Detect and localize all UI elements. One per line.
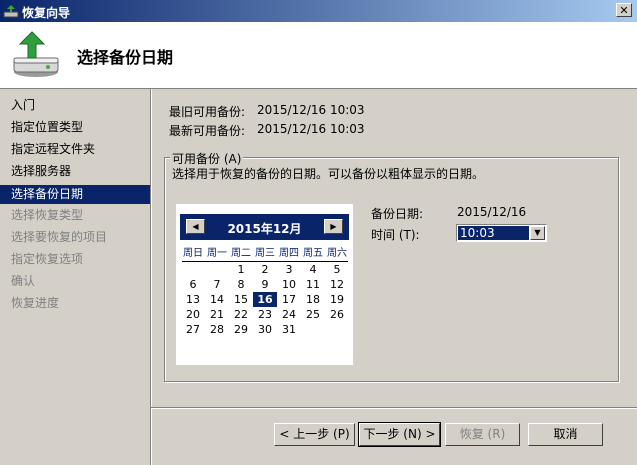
calendar-day-selected[interactable]: 16 — [253, 292, 277, 307]
newest-backup-value: 2015/12/16 10:03 — [257, 122, 365, 136]
backup-date-label: 备份日期: — [371, 207, 424, 221]
weekday-header: 周三 — [255, 248, 275, 259]
nav-step-options: 指定恢复选项 — [11, 252, 84, 266]
next-month-button[interactable]: ▶ — [324, 219, 343, 234]
backup-time-label: 时间 (T): — [371, 228, 420, 242]
nav-step-items: 选择要恢复的项目 — [11, 230, 108, 244]
chevron-down-icon[interactable]: ▼ — [530, 226, 545, 240]
calendar-day[interactable]: 12 — [325, 277, 349, 292]
wizard-steps-nav: 入门 指定位置类型 指定远程文件夹 选择服务器 选择备份日期 选择恢复类型 选择… — [0, 89, 150, 465]
calendar-day[interactable]: 9 — [253, 277, 277, 292]
next-button[interactable]: 下一步 (N) > — [358, 422, 441, 447]
calendar-day[interactable]: 14 — [205, 292, 229, 307]
back-button[interactable]: < 上一步 (P) — [274, 423, 355, 446]
backup-drive-restore-icon — [13, 31, 59, 77]
weekday-header: 周五 — [303, 248, 323, 259]
calendar-day[interactable]: 24 — [277, 307, 301, 322]
calendar-day[interactable]: 2 — [253, 262, 277, 277]
weekday-header: 周日 — [183, 248, 203, 259]
calendar-day[interactable]: 22 — [229, 307, 253, 322]
nav-step-getting-started[interactable]: 入门 — [0, 96, 150, 115]
calendar-day[interactable]: 10 — [277, 277, 301, 292]
nav-step-progress: 恢复进度 — [11, 296, 60, 310]
window-title: 恢复向导 — [22, 6, 71, 20]
newest-backup-row: 最新可用备份: 2015/12/16 10:03 — [169, 122, 365, 139]
oldest-backup-value: 2015/12/16 10:03 — [257, 103, 365, 117]
available-backups-description: 选择用于恢复的备份的日期。可以备份以粗体显示的日期。 — [172, 167, 485, 181]
nav-step-remote-folder[interactable]: 指定远程文件夹 — [0, 140, 150, 159]
newest-backup-label: 最新可用备份: — [169, 124, 246, 138]
calendar-day[interactable]: 19 — [325, 292, 349, 307]
calendar-day[interactable]: 4 — [301, 262, 325, 277]
backup-calendar: 2015年12月 ◀ ▶ 周日 周一 周二 周三 周四 周五 周六 1 2 3 4 5 6 7 8 9 10 1… — [176, 204, 353, 365]
nav-step-recovery-type: 选择恢复类型 — [11, 208, 84, 222]
calendar-day[interactable]: 26 — [325, 307, 349, 322]
page-title: 选择备份日期 — [77, 48, 174, 67]
calendar-day[interactable]: 30 — [253, 322, 277, 337]
backup-time-value: 10:03 — [458, 226, 529, 240]
nav-step-location-type[interactable]: 指定位置类型 — [0, 118, 150, 137]
wizard-header: 选择备份日期 — [0, 22, 637, 89]
close-button[interactable]: ✕ — [616, 3, 632, 17]
nav-step-confirm: 确认 — [11, 274, 36, 288]
calendar-day[interactable]: 27 — [181, 322, 205, 337]
calendar-day[interactable]: 8 — [229, 277, 253, 292]
backup-time-select[interactable]: 10:03 ▼ — [456, 224, 547, 242]
restore-button: 恢复 (R) — [445, 423, 520, 446]
calendar-day[interactable]: 15 — [229, 292, 253, 307]
nav-step-backup-date[interactable]: 选择备份日期 — [0, 185, 150, 204]
weekday-header: 周一 — [207, 248, 227, 259]
calendar-day[interactable]: 5 — [325, 262, 349, 277]
weekday-header: 周四 — [279, 248, 299, 259]
calendar-day[interactable]: 31 — [277, 322, 301, 337]
calendar-day[interactable]: 28 — [205, 322, 229, 337]
calendar-day[interactable]: 11 — [301, 277, 325, 292]
nav-step-select-server[interactable]: 选择服务器 — [0, 162, 150, 181]
oldest-backup-row: 最旧可用备份: 2015/12/16 10:03 — [169, 103, 365, 120]
calendar-day[interactable]: 13 — [181, 292, 205, 307]
calendar-day[interactable]: 20 — [181, 307, 205, 322]
calendar-day[interactable]: 6 — [181, 277, 205, 292]
backup-date-value: 2015/12/16 — [457, 205, 527, 219]
calendar-header: 2015年12月 ◀ ▶ — [180, 214, 349, 240]
calendar-day[interactable]: 18 — [301, 292, 325, 307]
title-bar: 恢复向导 ✕ — [0, 0, 637, 22]
previous-month-button[interactable]: ◀ — [186, 219, 205, 234]
footer-divider — [151, 407, 637, 409]
calendar-day[interactable]: 1 — [229, 262, 253, 277]
cancel-button[interactable]: 取消 — [528, 423, 603, 446]
recovery-wizard-icon — [3, 5, 19, 18]
weekday-header: 周二 — [231, 248, 251, 259]
calendar-day[interactable]: 7 — [205, 277, 229, 292]
oldest-backup-label: 最旧可用备份: — [169, 105, 246, 119]
calendar-day[interactable]: 23 — [253, 307, 277, 322]
calendar-day[interactable]: 25 — [301, 307, 325, 322]
calendar-day[interactable]: 29 — [229, 322, 253, 337]
calendar-day[interactable]: 21 — [205, 307, 229, 322]
calendar-day[interactable]: 3 — [277, 262, 301, 277]
weekday-header: 周六 — [327, 248, 347, 259]
calendar-day[interactable]: 17 — [277, 292, 301, 307]
